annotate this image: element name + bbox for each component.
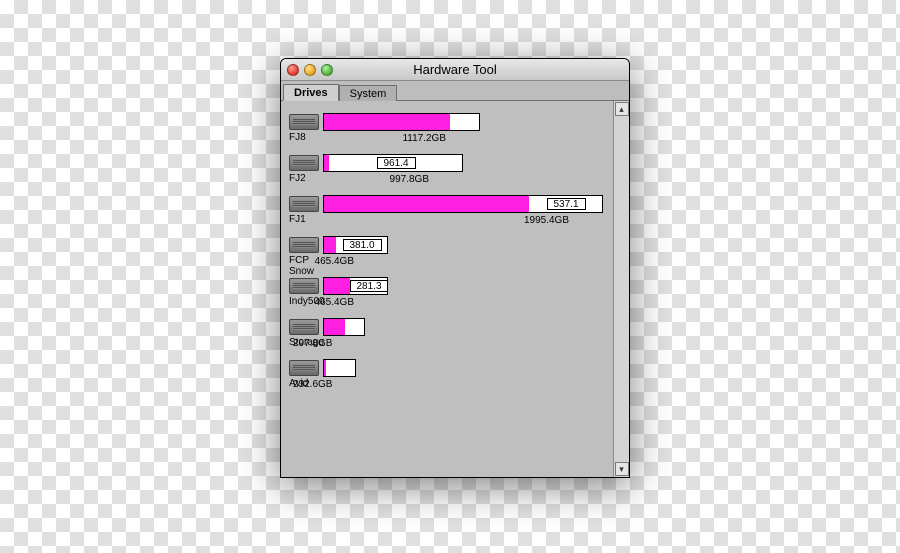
- capacity-bar: [323, 318, 365, 336]
- capacity-bar: 961.4: [323, 154, 463, 172]
- free-space-label: 537.1: [547, 198, 586, 210]
- used-fill: [324, 196, 529, 212]
- tab-drives[interactable]: Drives: [283, 84, 339, 101]
- used-fill: [324, 278, 350, 294]
- drive-icon[interactable]: [289, 360, 319, 376]
- hardware-tool-window: Hardware Tool Drives System FJ8 1117.2GB 9…: [280, 58, 630, 478]
- drive-name: FJ8: [289, 132, 323, 143]
- drive-icon[interactable]: [289, 196, 319, 212]
- capacity-bar: 281.3: [323, 277, 388, 295]
- used-fill: [324, 319, 345, 335]
- scroll-up-icon[interactable]: ▴: [615, 102, 629, 116]
- used-fill: [324, 114, 450, 130]
- capacity-label: 997.8GB: [390, 174, 429, 185]
- content-pane: FJ8 1117.2GB 961.4 FJ2 997.8GB 537.1 FJ1 1995.4…: [281, 101, 629, 477]
- drive-icon[interactable]: [289, 278, 319, 294]
- capacity-bar: 381.0: [323, 236, 388, 254]
- minimize-icon[interactable]: [304, 64, 316, 76]
- window-title: Hardware Tool: [281, 62, 629, 77]
- drive-icon[interactable]: [289, 155, 319, 171]
- drive-list: FJ8 1117.2GB 961.4 FJ2 997.8GB 537.1 FJ1 1995.4…: [281, 101, 629, 390]
- drive-row: 281.3Indy500465.4GB: [289, 277, 611, 308]
- close-icon[interactable]: [287, 64, 299, 76]
- scroll-down-icon[interactable]: ▾: [615, 462, 629, 476]
- free-space-label: 381.0: [343, 239, 382, 251]
- titlebar[interactable]: Hardware Tool: [281, 59, 629, 81]
- drive-name: FJ1: [289, 214, 323, 225]
- free-space-label: 961.4: [377, 157, 416, 169]
- capacity-label: 1117.2GB: [402, 133, 446, 144]
- drive-icon[interactable]: [289, 319, 319, 335]
- drive-row: 381.0FCP Snow465.4GB: [289, 236, 611, 267]
- drive-name: FJ2: [289, 173, 323, 184]
- tab-bar: Drives System: [281, 81, 629, 101]
- drive-name: Avid: [289, 378, 323, 389]
- drive-row: 537.1 FJ1 1995.4GB: [289, 195, 611, 226]
- drive-row: Avid232.6GB: [289, 359, 611, 390]
- capacity-label: 1995.4GB: [524, 215, 569, 226]
- drive-name: Storage: [289, 337, 323, 348]
- capacity-bar: 537.1: [323, 195, 603, 213]
- window-controls: [287, 64, 333, 76]
- used-fill: [324, 237, 336, 253]
- drive-name: Indy500: [289, 296, 323, 307]
- drive-row: 961.4 FJ2 997.8GB: [289, 154, 611, 185]
- drive-name: FCP Snow: [289, 255, 323, 277]
- capacity-bar: [323, 359, 356, 377]
- used-fill: [324, 360, 326, 376]
- zoom-icon[interactable]: [321, 64, 333, 76]
- free-space-label: 281.3: [350, 280, 389, 292]
- used-fill: [324, 155, 329, 171]
- drive-row: FJ8 1117.2GB: [289, 113, 611, 144]
- drive-row: Storage297.8GB: [289, 318, 611, 349]
- drive-icon[interactable]: [289, 237, 319, 253]
- capacity-bar: [323, 113, 480, 131]
- scrollbar-vertical[interactable]: ▴ ▾: [613, 101, 629, 477]
- drive-icon[interactable]: [289, 114, 319, 130]
- tab-system[interactable]: System: [339, 85, 398, 101]
